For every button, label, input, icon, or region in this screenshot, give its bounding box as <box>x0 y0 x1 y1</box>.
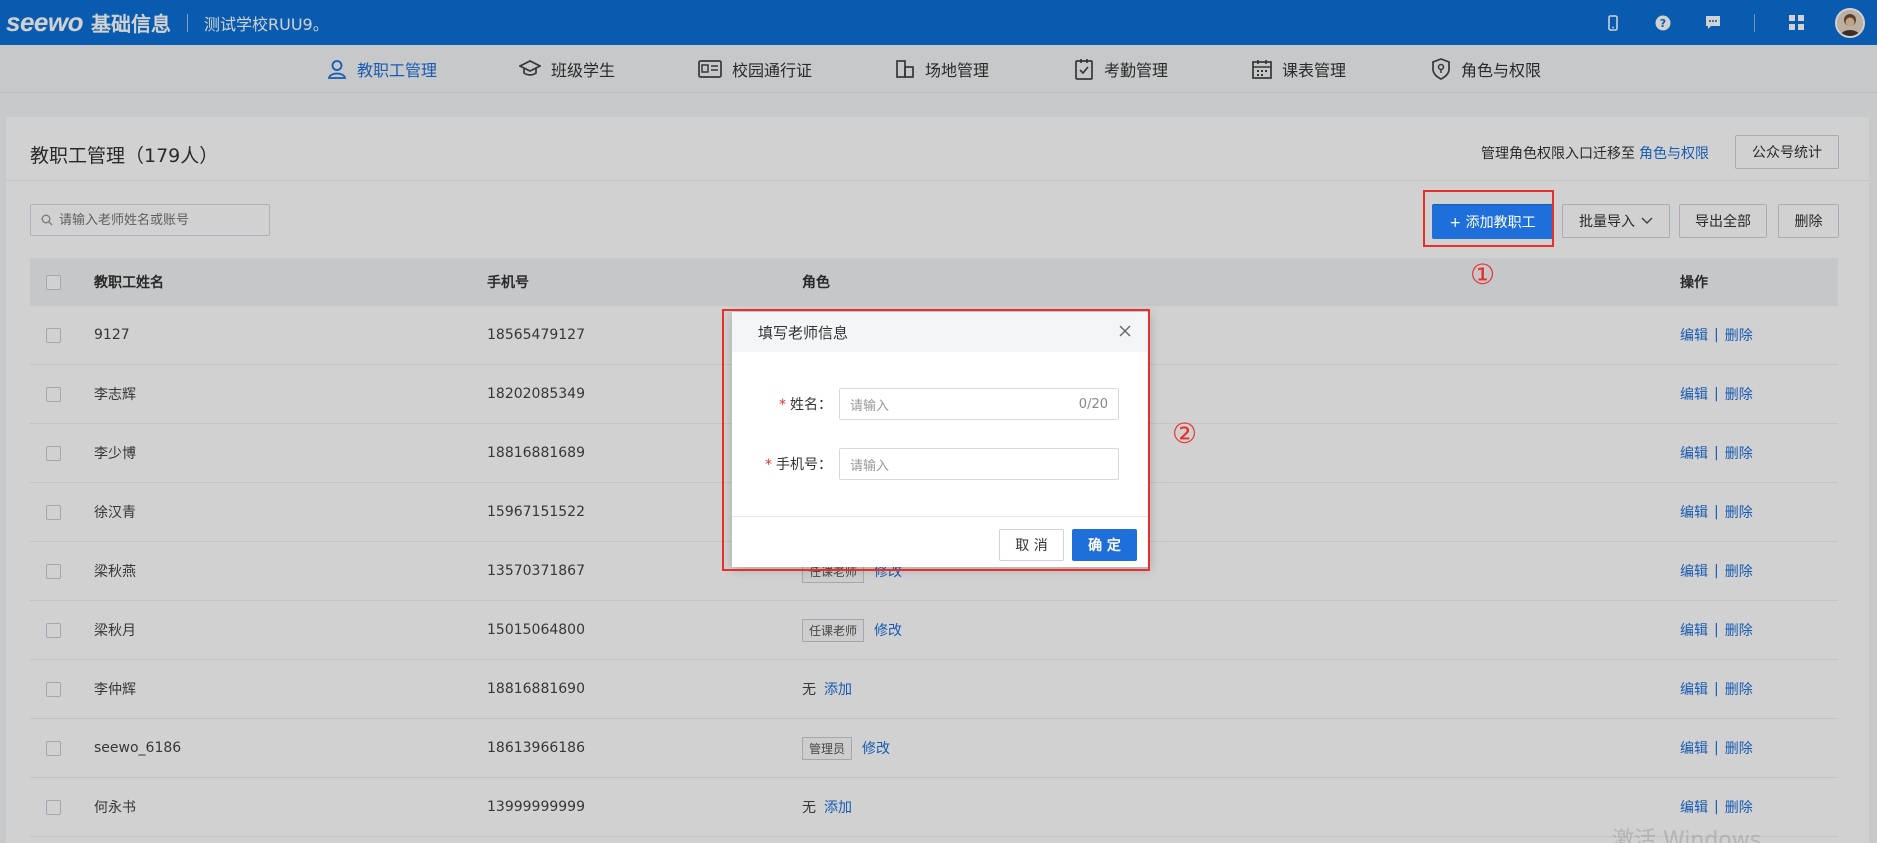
annotation-box-step1 <box>1423 190 1554 247</box>
annotation-step2: ② <box>1172 417 1198 450</box>
windows-activation-watermark: 激活 Windows <box>1612 828 1762 843</box>
annotation-box-step2 <box>722 309 1150 571</box>
annotation-step1: ① <box>1470 258 1496 291</box>
